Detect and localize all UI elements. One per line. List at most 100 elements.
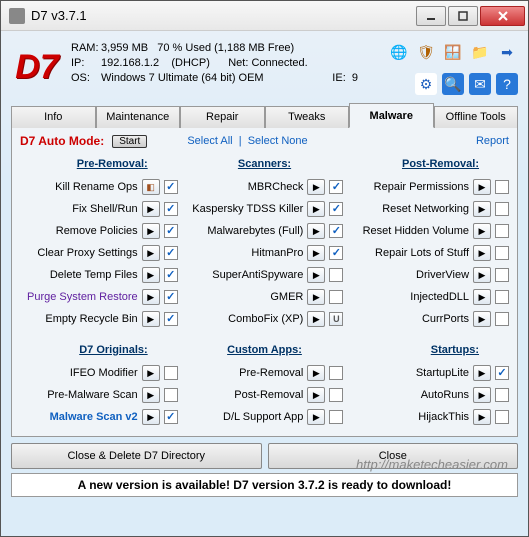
scanner-checkbox[interactable]	[329, 180, 343, 194]
pre-removal-label: Clear Proxy Settings	[37, 247, 137, 259]
pre-removal-run-button[interactable]: ◧	[142, 179, 160, 195]
scanner-run-button[interactable]: ▶	[307, 267, 325, 283]
post-removal-checkbox[interactable]	[495, 268, 509, 282]
pre-removal-row: Kill Rename Ops ◧	[20, 176, 178, 198]
pre-removal-run-button[interactable]: ▶	[142, 289, 160, 305]
custom-checkbox[interactable]	[329, 410, 343, 424]
startup-run-button[interactable]: ▶	[473, 365, 491, 381]
close-delete-button[interactable]: Close & Delete D7 Directory	[11, 443, 262, 469]
select-all-link[interactable]: Select All	[187, 135, 232, 147]
scanner-checkbox[interactable]	[329, 224, 343, 238]
maximize-button[interactable]	[448, 6, 478, 26]
originals-checkbox[interactable]	[164, 410, 178, 424]
close-window-button[interactable]	[480, 6, 525, 26]
tab-tweaks[interactable]: Tweaks	[265, 106, 350, 128]
startup-run-button[interactable]: ▶	[473, 387, 491, 403]
custom-run-button[interactable]: ▶	[307, 387, 325, 403]
scanner-run-button[interactable]: ▶	[307, 223, 325, 239]
post-removal-checkbox[interactable]	[495, 180, 509, 194]
scanner-run-button[interactable]: ▶	[307, 245, 325, 261]
pre-removal-label: Kill Rename Ops	[55, 181, 138, 193]
scanner-checkbox[interactable]	[329, 290, 343, 304]
post-removal-run-button[interactable]: ▶	[473, 179, 491, 195]
post-removal-checkbox[interactable]	[495, 290, 509, 304]
startup-row: AutoRuns▶	[351, 384, 509, 406]
pre-removal-run-button[interactable]: ▶	[142, 267, 160, 283]
startup-run-button[interactable]: ▶	[473, 409, 491, 425]
select-none-link[interactable]: Select None	[248, 135, 308, 147]
scanner-run-button[interactable]: ▶	[307, 311, 325, 327]
pre-removal-checkbox[interactable]	[164, 202, 178, 216]
pre-removal-checkbox[interactable]	[164, 312, 178, 326]
pre-removal-checkbox[interactable]	[164, 246, 178, 260]
scanner-label: Kaspersky TDSS Killer	[192, 203, 303, 215]
os-label: OS:	[71, 71, 101, 86]
custom-checkbox[interactable]	[329, 388, 343, 402]
scanner-checkbox[interactable]	[329, 268, 343, 282]
originals-checkbox[interactable]	[164, 366, 178, 380]
scanner-u-button[interactable]: U	[329, 312, 343, 326]
post-removal-run-button[interactable]: ▶	[473, 201, 491, 217]
custom-checkbox[interactable]	[329, 366, 343, 380]
scanner-run-button[interactable]: ▶	[307, 289, 325, 305]
post-removal-checkbox[interactable]	[495, 246, 509, 260]
pre-removal-run-button[interactable]: ▶	[142, 223, 160, 239]
windows-icon[interactable]: 🪟	[442, 41, 464, 63]
minimize-button[interactable]	[416, 6, 446, 26]
custom-run-button[interactable]: ▶	[307, 365, 325, 381]
post-removal-run-button[interactable]: ▶	[473, 245, 491, 261]
search-icon[interactable]: 🔍	[442, 73, 464, 95]
originals-label: IFEO Modifier	[70, 367, 138, 379]
pre-removal-checkbox[interactable]	[164, 268, 178, 282]
scanner-checkbox[interactable]	[329, 202, 343, 216]
ram-label: RAM:	[71, 41, 101, 56]
pre-removal-checkbox[interactable]	[164, 224, 178, 238]
close-button[interactable]: Close	[268, 443, 519, 469]
post-removal-run-button[interactable]: ▶	[473, 267, 491, 283]
pre-removal-checkbox[interactable]	[164, 290, 178, 304]
tab-malware[interactable]: Malware	[349, 103, 434, 128]
gear-icon[interactable]: ⚙	[415, 73, 437, 95]
pre-removal-label: Fix Shell/Run	[72, 203, 137, 215]
post-removal-row: Repair Permissions▶	[351, 176, 509, 198]
tab-info[interactable]: Info	[11, 106, 96, 128]
arrow-icon[interactable]: ➡	[496, 41, 518, 63]
originals-run-button[interactable]: ▶	[142, 365, 160, 381]
post-removal-checkbox[interactable]	[495, 202, 509, 216]
custom-run-button[interactable]: ▶	[307, 409, 325, 425]
tab-offline-tools[interactable]: Offline Tools	[434, 106, 519, 128]
scanner-checkbox[interactable]	[329, 246, 343, 260]
custom-label: Pre-Removal	[239, 367, 303, 379]
automode-label: D7 Auto Mode:	[20, 134, 104, 148]
startup-label: HijackThis	[418, 411, 469, 423]
pre-removal-label: Remove Policies	[56, 225, 138, 237]
folder-icon[interactable]: 📁	[469, 41, 491, 63]
help-icon[interactable]: ?	[496, 73, 518, 95]
scanner-run-button[interactable]: ▶	[307, 201, 325, 217]
automode-start-button[interactable]: Start	[112, 135, 147, 148]
post-removal-checkbox[interactable]	[495, 312, 509, 326]
post-removal-run-button[interactable]: ▶	[473, 223, 491, 239]
startup-checkbox[interactable]	[495, 410, 509, 424]
originals-checkbox[interactable]	[164, 388, 178, 402]
originals-run-button[interactable]: ▶	[142, 409, 160, 425]
ip-mode: (DHCP)	[171, 56, 210, 71]
scanner-run-button[interactable]: ▶	[307, 179, 325, 195]
startup-checkbox[interactable]	[495, 388, 509, 402]
startup-checkbox[interactable]	[495, 366, 509, 380]
tab-maintenance[interactable]: Maintenance	[96, 106, 181, 128]
mail-icon[interactable]: ✉	[469, 73, 491, 95]
pre-removal-run-button[interactable]: ▶	[142, 201, 160, 217]
originals-run-button[interactable]: ▶	[142, 387, 160, 403]
post-removal-run-button[interactable]: ▶	[473, 311, 491, 327]
report-link[interactable]: Report	[476, 135, 509, 147]
globe-icon[interactable]: 🌐	[388, 41, 410, 63]
shield-icon[interactable]: 🛡	[415, 41, 437, 63]
pre-removal-row: Purge System Restore▶	[20, 286, 178, 308]
post-removal-run-button[interactable]: ▶	[473, 289, 491, 305]
pre-removal-run-button[interactable]: ▶	[142, 311, 160, 327]
pre-removal-checkbox[interactable]	[164, 180, 178, 194]
tab-repair[interactable]: Repair	[180, 106, 265, 128]
post-removal-checkbox[interactable]	[495, 224, 509, 238]
pre-removal-run-button[interactable]: ▶	[142, 245, 160, 261]
